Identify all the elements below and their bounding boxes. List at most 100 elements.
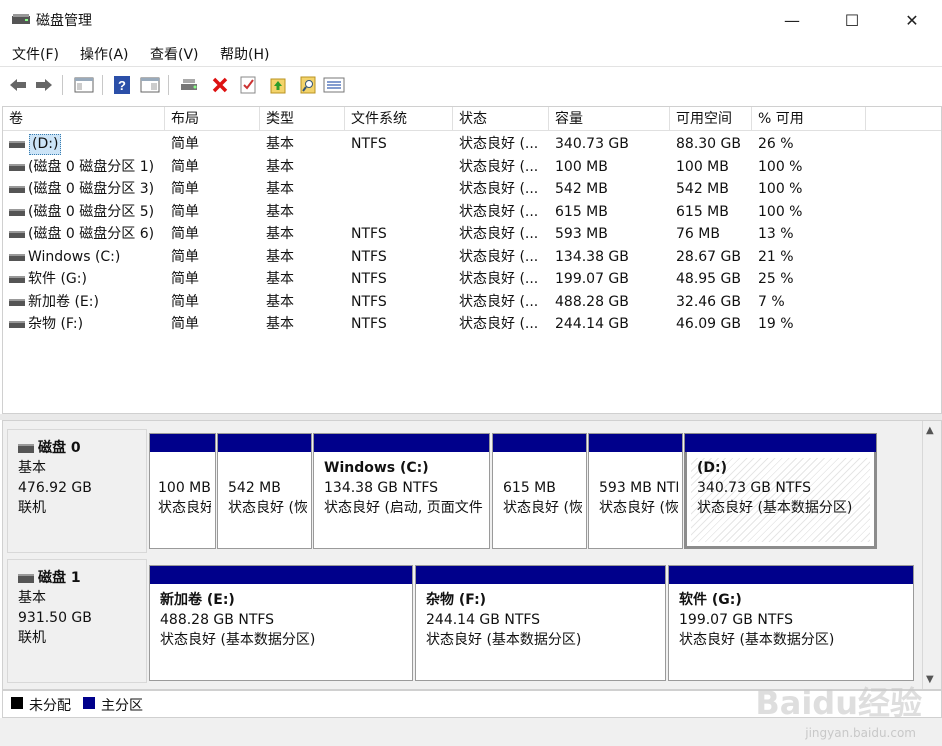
partition-e[interactable]: 新加卷 (E:) 488.28 GB NTFS 状态良好 (基本数据分区) (149, 565, 413, 681)
show-pane-icon[interactable] (138, 73, 162, 97)
partition-status: 状态良好 (EFI 系统分区) (158, 500, 211, 516)
volume-type: 基本 (266, 136, 294, 152)
table-row[interactable]: (磁盘 0 磁盘分区 6) 简单 基本 NTFS 状态良好 (... 593 MB 76 M… (3, 223, 941, 246)
col-layout[interactable]: 布局 (165, 107, 260, 131)
partition-disk0-1[interactable]: 100 MB 状态良好 (EFI 系统分区) (149, 433, 216, 549)
partition-status: 状态良好 (基本数据分区) (160, 632, 316, 648)
col-percent-free[interactable]: % 可用 (752, 107, 866, 131)
volume-layout: 简单 (171, 293, 199, 310)
col-free-space[interactable]: 可用空间 (670, 107, 752, 131)
legend-swatch-primary (83, 697, 95, 709)
table-row[interactable]: Windows (C:) 简单 基本 NTFS 状态良好 (... 134.38 GB 28… (3, 246, 941, 269)
col-volume[interactable]: 卷 (3, 107, 165, 131)
volume-type: 基本 (266, 293, 294, 310)
close-button[interactable]: ✕ (882, 0, 942, 40)
export-icon[interactable] (266, 73, 290, 97)
disk-map-scrollbar[interactable]: ▲ ▼ (922, 421, 941, 689)
watermark-logo: Baidu经验 (755, 684, 922, 722)
disk-icon (18, 573, 34, 583)
back-arrow-icon[interactable] (6, 73, 30, 97)
partition-title: (D:) (697, 460, 728, 476)
volume-free: 100 MB (676, 158, 729, 175)
table-row[interactable]: (D:) 简单 基本 NTFS 状态良好 (... 340.73 GB 88.30 GB 26… (3, 133, 941, 156)
partition-bar (150, 566, 412, 584)
volume-status: 状态良好 (... (459, 158, 539, 175)
volume-free: 88.30 GB (676, 136, 741, 152)
volume-layout: 简单 (171, 158, 199, 175)
partition-g[interactable]: 软件 (G:) 199.07 GB NTFS 状态良好 (基本数据分区) (668, 565, 914, 681)
disk-1-size: 931.50 GB (18, 610, 92, 626)
col-capacity[interactable]: 容量 (549, 107, 670, 131)
table-row[interactable]: 新加卷 (E:) 简单 基本 NTFS 状态良好 (... 488.28 GB 32.46 … (3, 291, 941, 314)
volume-name: 新加卷 (E:) (28, 293, 99, 310)
volume-status: 状态良好 (... (459, 271, 539, 287)
disk-1-name-row: 磁盘 1 (18, 568, 146, 588)
volume-name: (磁盘 0 磁盘分区 1) (28, 158, 155, 175)
disk-icon (18, 443, 34, 453)
connect-drive-icon[interactable] (178, 73, 202, 97)
volume-icon (9, 163, 25, 171)
col-status[interactable]: 状态 (453, 107, 549, 131)
help-icon[interactable]: ? (110, 73, 134, 97)
watermark-url: jingyan.baidu.com (805, 726, 916, 740)
volume-fs (351, 201, 355, 223)
disk-1-label[interactable]: 磁盘 1 基本 931.50 GB 联机 (7, 559, 147, 683)
volume-layout: 简单 (171, 203, 199, 220)
volume-status: 状态良好 (... (459, 248, 539, 265)
disk-0-size: 476.92 GB (18, 480, 92, 496)
partition-windows-c[interactable]: Windows (C:) 134.38 GB NTFS 状态良好 (启动, 页面… (313, 433, 490, 549)
volume-status: 状态良好 (... (459, 226, 539, 242)
col-filesystem[interactable]: 文件系统 (345, 107, 453, 131)
scroll-up-icon[interactable]: ▲ (926, 425, 934, 436)
scroll-down-icon[interactable]: ▼ (926, 674, 934, 685)
partition-disk0-5[interactable]: 615 MB 状态良好 (恢复分区) (492, 433, 587, 549)
partition-d[interactable]: (D:) 340.73 GB NTFS 状态良好 (基本数据分区) (684, 433, 877, 549)
partition-disk0-3[interactable]: 542 MB 状态良好 (恢复分区) (217, 433, 312, 549)
minimize-button[interactable]: — (762, 0, 822, 40)
disk-0-name: 磁盘 0 (38, 440, 81, 456)
title-bar: 磁盘管理 — ☐ ✕ (0, 0, 942, 40)
partition-size: 593 MB NTFS (599, 480, 678, 496)
volume-name: (磁盘 0 磁盘分区 5) (28, 203, 155, 220)
table-row[interactable]: (磁盘 0 磁盘分区 3) 简单 基本 状态良好 (... 542 MB 542 MB 1… (3, 178, 941, 201)
volume-pct: 13 % (758, 226, 794, 242)
menu-action[interactable]: 操作(A) (80, 44, 129, 64)
volume-layout: 简单 (171, 226, 199, 242)
col-type[interactable]: 类型 (260, 107, 345, 131)
legend-unallocated: 未分配 (29, 698, 71, 714)
partition-size: 244.14 GB NTFS (426, 612, 541, 628)
partition-title: 软件 (G:) (679, 592, 742, 608)
menu-view[interactable]: 查看(V) (150, 44, 199, 64)
maximize-button[interactable]: ☐ (822, 0, 882, 40)
disk-1-type: 基本 (18, 590, 46, 606)
table-row[interactable]: 软件 (G:) 简单 基本 NTFS 状态良好 (... 199.07 GB 48.95 G… (3, 268, 941, 291)
volume-name: (磁盘 0 磁盘分区 6) (28, 226, 155, 242)
list-view-icon[interactable] (322, 73, 346, 97)
volume-icon (9, 298, 25, 306)
volume-layout: 简单 (171, 181, 199, 197)
legend-primary: 主分区 (101, 698, 143, 714)
delete-icon[interactable] (208, 73, 232, 97)
disk-1-name: 磁盘 1 (38, 570, 81, 586)
partition-f[interactable]: 杂物 (F:) 244.14 GB NTFS 状态良好 (基本数据分区) (415, 565, 666, 681)
partition-disk0-6[interactable]: 593 MB NTFS 状态良好 (恢复分区) (588, 433, 683, 549)
table-row[interactable]: 杂物 (F:) 简单 基本 NTFS 状态良好 (... 244.14 GB 46.09 G… (3, 313, 941, 336)
forward-arrow-icon[interactable] (32, 73, 56, 97)
svg-text:?: ? (118, 78, 126, 93)
volume-layout: 简单 (171, 248, 199, 265)
volume-status: 状态良好 (... (459, 136, 539, 152)
menu-help[interactable]: 帮助(H) (220, 44, 269, 64)
menu-file[interactable]: 文件(F) (12, 44, 59, 64)
search-icon[interactable] (296, 73, 320, 97)
table-row[interactable]: (磁盘 0 磁盘分区 1) 简单 基本 状态良好 (... 100 MB 100 MB 1… (3, 156, 941, 179)
console-tree-icon[interactable] (72, 73, 96, 97)
volume-pct: 19 % (758, 316, 794, 332)
volume-fs: NTFS (351, 226, 387, 242)
toolbar-separator (168, 75, 169, 95)
table-row[interactable]: (磁盘 0 磁盘分区 5) 简单 基本 状态良好 (... 615 MB 615 MB 1… (3, 201, 941, 224)
menu-bar: 文件(F) 操作(A) 查看(V) 帮助(H) (0, 40, 942, 66)
volume-fs (351, 178, 355, 200)
properties-icon[interactable] (236, 73, 260, 97)
disk-0-label[interactable]: 磁盘 0 基本 476.92 GB 联机 (7, 429, 147, 553)
legend-swatch-unallocated (11, 697, 23, 709)
